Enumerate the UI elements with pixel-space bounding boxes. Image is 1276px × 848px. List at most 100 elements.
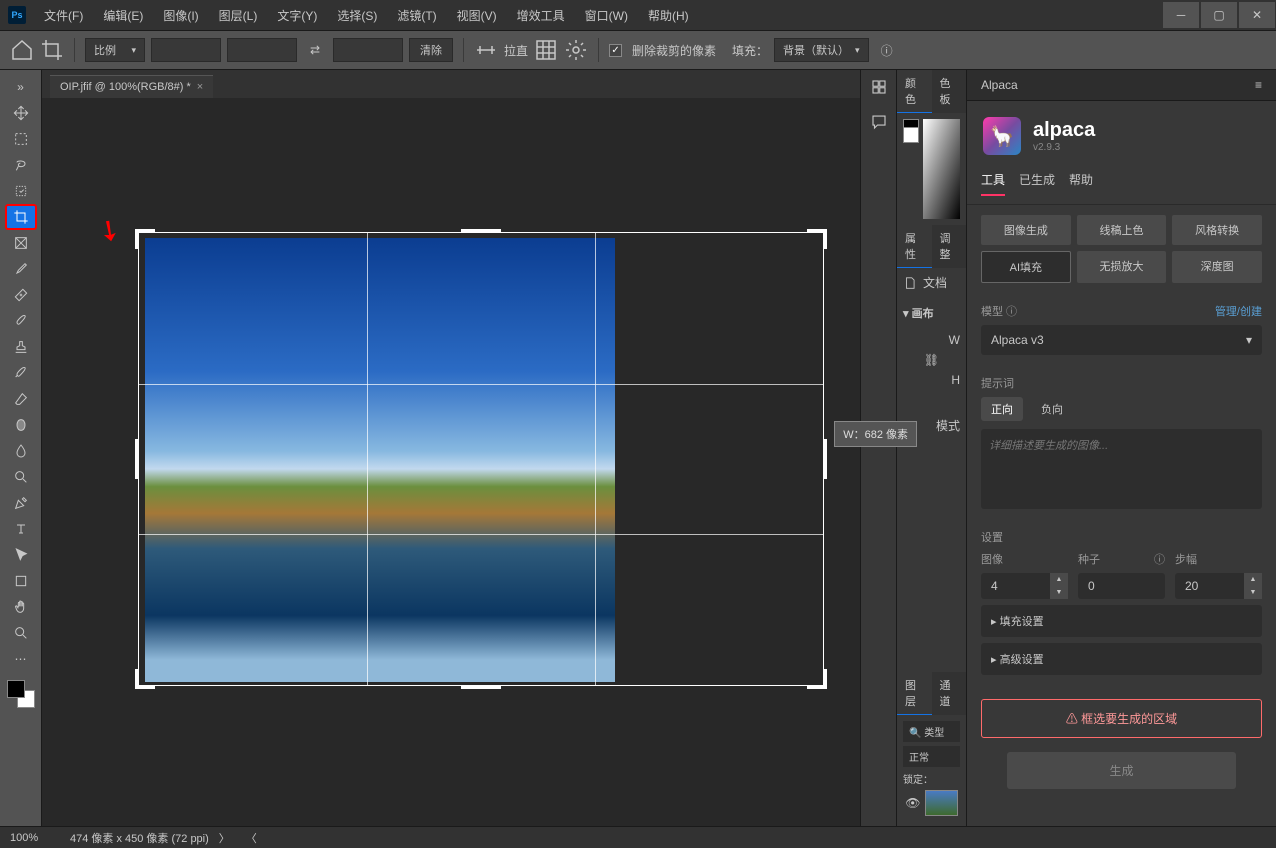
minimize-button[interactable]: ─: [1163, 2, 1199, 28]
menu-图层l[interactable]: 图层(L): [209, 7, 268, 24]
blur-tool[interactable]: [5, 438, 37, 464]
manage-models-link[interactable]: 管理/创建: [1215, 303, 1262, 319]
crop-handle-right[interactable]: [823, 439, 827, 479]
panel-menu-icon[interactable]: ≡: [1255, 78, 1262, 92]
crop-handle-top[interactable]: [461, 229, 501, 233]
crop-width-input[interactable]: [151, 38, 221, 62]
alpaca-nav-1[interactable]: 已生成: [1019, 171, 1055, 196]
menu-滤镜t[interactable]: 滤镜(T): [387, 7, 446, 24]
home-icon[interactable]: [10, 38, 34, 62]
menu-视图v[interactable]: 视图(V): [447, 7, 507, 24]
fill-dropdown[interactable]: 背景（默认）: [774, 38, 869, 62]
maximize-button[interactable]: ▢: [1201, 2, 1237, 28]
menu-窗口w[interactable]: 窗口(W): [575, 7, 638, 24]
alpaca-nav-0[interactable]: 工具: [981, 171, 1005, 196]
color-spectrum[interactable]: [923, 119, 960, 219]
link-icon[interactable]: ⛓: [903, 353, 960, 367]
menu-文件f[interactable]: 文件(F): [34, 7, 93, 24]
model-select[interactable]: Alpaca v3▾: [981, 325, 1262, 355]
pen-tool[interactable]: [5, 490, 37, 516]
document-tab[interactable]: OIP.jfif @ 100%(RGB/8#) * ×: [50, 75, 213, 98]
crop-handle-bottom[interactable]: [461, 685, 501, 689]
alpaca-btn-5[interactable]: 深度图: [1172, 251, 1262, 283]
status-chevron-icon[interactable]: 〉: [219, 830, 230, 846]
negative-prompt-tab[interactable]: 负向: [1031, 397, 1073, 421]
comment-icon[interactable]: [870, 113, 888, 134]
color-mini-swatch[interactable]: [903, 119, 919, 143]
alpaca-btn-0[interactable]: 图像生成: [981, 215, 1071, 245]
menu-文字y[interactable]: 文字(Y): [267, 7, 327, 24]
menu-编辑e[interactable]: 编辑(E): [93, 7, 153, 24]
alpaca-btn-2[interactable]: 风格转换: [1172, 215, 1262, 245]
eraser-tool[interactable]: [5, 386, 37, 412]
crop-options-gear-icon[interactable]: [564, 38, 588, 62]
alpaca-btn-4[interactable]: 无损放大: [1077, 251, 1167, 283]
adjustments-tab[interactable]: 调整: [932, 225, 967, 268]
zoom-tool[interactable]: [5, 620, 37, 646]
history-brush-tool[interactable]: [5, 360, 37, 386]
generate-button[interactable]: 生成: [1007, 752, 1236, 789]
info-icon[interactable]: ⓘ: [875, 38, 899, 62]
eyedropper-tool[interactable]: [5, 256, 37, 282]
move-tool[interactable]: [5, 100, 37, 126]
alpaca-nav-2[interactable]: 帮助: [1069, 171, 1093, 196]
expand-toolbar-icon[interactable]: »: [5, 74, 37, 100]
quick-select-tool[interactable]: [5, 178, 37, 204]
layer-visibility-icon[interactable]: 👁: [905, 796, 921, 810]
menu-选择s[interactable]: 选择(S): [327, 7, 387, 24]
close-tab-icon[interactable]: ×: [197, 81, 203, 93]
brush-tool[interactable]: [5, 308, 37, 334]
prompt-textarea[interactable]: 详细描述要生成的图像...: [981, 429, 1262, 509]
menu-图像i[interactable]: 图像(I): [153, 7, 208, 24]
crop-tool-icon[interactable]: [40, 38, 64, 62]
panel-icon[interactable]: [870, 78, 888, 99]
hand-tool[interactable]: [5, 594, 37, 620]
crop-tool[interactable]: [5, 204, 37, 230]
crop-handle-left[interactable]: [135, 439, 139, 479]
advanced-settings-section[interactable]: 高级设置: [981, 643, 1262, 675]
properties-tab[interactable]: 属性: [897, 225, 932, 268]
alpaca-btn-3[interactable]: AI填充: [981, 251, 1071, 283]
aspect-ratio-dropdown[interactable]: 比例: [85, 38, 145, 62]
foreground-color[interactable]: [7, 680, 25, 698]
seed-input[interactable]: [1078, 573, 1165, 599]
menu-增效工具[interactable]: 增效工具: [507, 7, 575, 24]
canvas[interactable]: ➘ W：682 像素: [42, 98, 860, 826]
path-select-tool[interactable]: [5, 542, 37, 568]
status-back-icon[interactable]: 〈: [246, 830, 257, 846]
dodge-tool[interactable]: [5, 464, 37, 490]
blend-mode-dropdown[interactable]: 正常: [903, 746, 960, 767]
delete-cropped-checkbox[interactable]: [609, 44, 622, 57]
fill-settings-section[interactable]: 填充设置: [981, 605, 1262, 637]
type-tool[interactable]: [5, 516, 37, 542]
layer-item[interactable]: 👁: [903, 786, 960, 820]
more-tools-icon[interactable]: ⋯: [5, 646, 37, 672]
swap-dimensions-icon[interactable]: ⇄: [303, 38, 327, 62]
layers-tab[interactable]: 图层: [897, 672, 932, 715]
color-tab[interactable]: 颜色: [897, 70, 932, 113]
clear-button[interactable]: 清除: [409, 38, 453, 62]
layer-thumbnail[interactable]: [925, 790, 958, 816]
selection-warning[interactable]: ⚠ 框选要生成的区域: [981, 699, 1262, 738]
gradient-tool[interactable]: [5, 412, 37, 438]
alpaca-tab-label[interactable]: Alpaca: [981, 78, 1018, 92]
channels-tab[interactable]: 通道: [932, 672, 967, 715]
zoom-level[interactable]: 100%: [10, 832, 60, 844]
overlay-grid-icon[interactable]: [534, 38, 558, 62]
close-button[interactable]: ✕: [1239, 2, 1275, 28]
heal-tool[interactable]: [5, 282, 37, 308]
alpaca-btn-1[interactable]: 线稿上色: [1077, 215, 1167, 245]
swatches-tab[interactable]: 色板: [932, 70, 967, 113]
crop-height-input[interactable]: [227, 38, 297, 62]
image-count-input[interactable]: ▲▼: [981, 573, 1068, 599]
straighten-icon[interactable]: [474, 38, 498, 62]
menu-帮助h[interactable]: 帮助(H): [638, 7, 699, 24]
step-input[interactable]: ▲▼: [1175, 573, 1262, 599]
crop-resolution-input[interactable]: [333, 38, 403, 62]
frame-tool[interactable]: [5, 230, 37, 256]
foreground-background-colors[interactable]: [7, 680, 35, 708]
crop-boundary[interactable]: W：682 像素: [138, 232, 824, 686]
marquee-tool[interactable]: [5, 126, 37, 152]
stamp-tool[interactable]: [5, 334, 37, 360]
shape-tool[interactable]: [5, 568, 37, 594]
